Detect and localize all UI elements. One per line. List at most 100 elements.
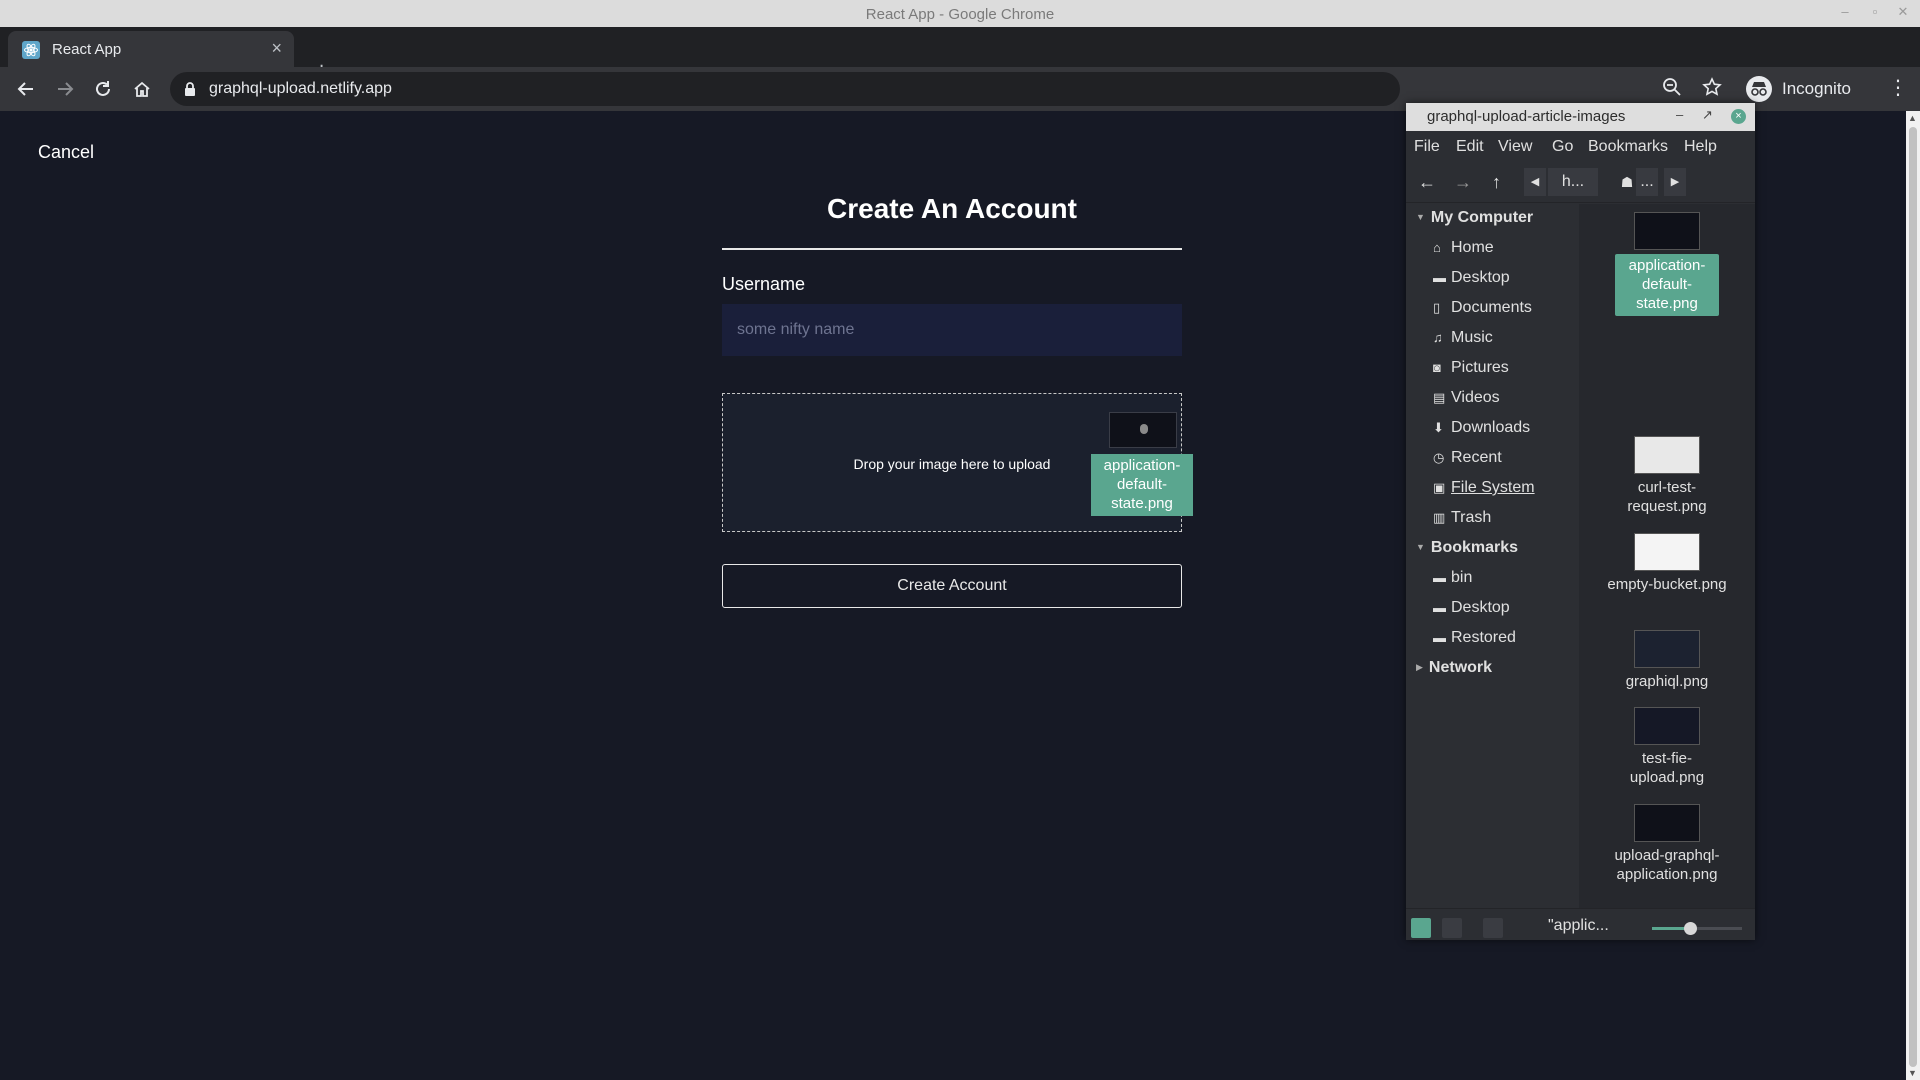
scroll-up-icon[interactable]: ▲ [1908, 113, 1917, 123]
file-manager-title: graphql-upload-article-images [1427, 108, 1626, 125]
tab-title: React App [52, 41, 122, 58]
sidebar-item-bookmark-desktop[interactable]: ▬ Desktop [1433, 599, 1510, 617]
file-name: curl-test-request.png [1627, 479, 1707, 515]
file-name: graphiql.png [1625, 673, 1709, 690]
cancel-link[interactable]: Cancel [38, 142, 94, 163]
file-thumbnail [1634, 707, 1700, 745]
camera-icon: ◙ [1433, 360, 1441, 375]
zoom-icon[interactable] [1662, 77, 1682, 102]
tree-view-icon[interactable] [1442, 918, 1462, 938]
sidebar-section-my-computer[interactable]: ▼ My Computer [1416, 209, 1533, 227]
sidebar-item-desktop[interactable]: ▬ Desktop [1433, 269, 1510, 287]
menu-edit[interactable]: Edit [1456, 138, 1484, 156]
folder-icon: ▬ [1433, 630, 1446, 645]
breadcrumb-current[interactable]: ... [1636, 168, 1658, 196]
file-item[interactable]: test-fie-upload.png [1607, 707, 1727, 787]
username-input[interactable] [722, 304, 1182, 356]
file-name: upload-graphql-application.png [1614, 847, 1720, 883]
scrollbar-thumb[interactable] [1909, 127, 1917, 1067]
sidebar-item-videos[interactable]: ▤ Videos [1433, 389, 1500, 407]
menu-file[interactable]: File [1414, 138, 1440, 156]
file-item[interactable]: upload-graphql-application.png [1607, 804, 1727, 884]
folder-icon: ▬ [1433, 570, 1446, 585]
file-thumbnail [1634, 212, 1700, 250]
zoom-slider-knob[interactable] [1683, 922, 1697, 935]
lock-icon[interactable] [184, 81, 196, 102]
title-divider [722, 248, 1182, 250]
music-icon: ♫ [1433, 330, 1443, 345]
maximize-icon[interactable]: ▫ [1866, 4, 1884, 19]
bookmark-star-icon[interactable] [1702, 77, 1722, 102]
sidebar-item-recent[interactable]: ◷ Recent [1433, 449, 1502, 467]
fm-forward-icon[interactable]: → [1454, 172, 1472, 193]
sidebar-item-pictures[interactable]: ◙ Pictures [1433, 359, 1509, 377]
menu-go[interactable]: Go [1552, 138, 1573, 156]
dragged-file-thumbnail [1109, 412, 1177, 448]
username-label: Username [722, 274, 806, 294]
file-name: empty-bucket.png [1607, 576, 1727, 593]
reload-icon[interactable] [89, 75, 117, 103]
fm-up-icon[interactable]: ↑ [1492, 172, 1501, 193]
home-icon: ⌂ [1433, 240, 1441, 255]
sidebar-item-trash[interactable]: ▥ Trash [1433, 509, 1491, 527]
address-bar[interactable]: graphql-upload.netlify.app [170, 72, 1400, 106]
sidebar-item-downloads[interactable]: ⬇ Downloads [1433, 419, 1530, 437]
file-item[interactable]: graphiql.png [1607, 630, 1727, 691]
file-item[interactable]: application-default-state.png [1607, 212, 1727, 316]
back-icon[interactable] [12, 75, 40, 103]
file-manager-sidebar: ▼ My Computer ⌂ Home ▬ Desktop ▯ Documents ♫… [1406, 204, 1579, 908]
folder-icon: ▬ [1433, 270, 1446, 285]
sidebar-item-restored[interactable]: ▬ Restored [1433, 629, 1516, 647]
download-icon: ⬇ [1433, 420, 1444, 435]
page-scrollbar[interactable]: ▲ ▼ [1906, 111, 1920, 1080]
menu-kebab-icon[interactable]: ⋮ [1888, 78, 1908, 98]
sidebar-item-bin[interactable]: ▬ bin [1433, 569, 1472, 587]
toggle-sidebar-icon[interactable] [1483, 918, 1503, 938]
close-window-icon[interactable]: ✕ [1894, 4, 1912, 20]
forward-icon[interactable] [51, 75, 79, 103]
file-thumbnail [1634, 533, 1700, 571]
sidebar-item-file-system[interactable]: ▣ File System [1433, 479, 1535, 497]
incognito-icon [1746, 76, 1772, 102]
fm-close-icon[interactable]: × [1731, 109, 1746, 124]
menu-view[interactable]: View [1498, 138, 1532, 156]
places-view-icon[interactable] [1411, 918, 1431, 938]
sidebar-section-network[interactable]: ▶ Network [1416, 659, 1492, 677]
react-favicon-icon [22, 41, 40, 59]
tab-close-icon[interactable]: × [271, 38, 282, 59]
create-account-button[interactable]: Create Account [722, 564, 1182, 608]
sidebar-item-home[interactable]: ⌂ Home [1433, 239, 1494, 257]
url-text: graphql-upload.netlify.app [209, 80, 392, 97]
file-grid: application-default-state.png curl-test-… [1579, 204, 1755, 908]
sidebar-item-documents[interactable]: ▯ Documents [1433, 299, 1532, 317]
page-title: Create An Account [827, 193, 1077, 224]
crumb-left-icon[interactable]: ◀ [1524, 168, 1546, 196]
sidebar-item-music[interactable]: ♫ Music [1433, 329, 1493, 347]
sidebar-section-bookmarks[interactable]: ▼ Bookmarks [1416, 539, 1518, 557]
breadcrumb-home-icon[interactable]: ☗ [1618, 168, 1636, 196]
zoom-slider[interactable] [1652, 922, 1742, 935]
menu-bookmarks[interactable]: Bookmarks [1588, 138, 1668, 156]
file-thumbnail [1634, 804, 1700, 842]
tab-react-app[interactable]: React App × [8, 31, 294, 67]
file-manager-titlebar: graphql-upload-article-images – ↗ × [1406, 103, 1755, 131]
file-name: test-fie-upload.png [1629, 750, 1705, 786]
file-manager-statusbar: "applic... [1406, 908, 1755, 940]
breadcrumb-home[interactable]: h... [1548, 168, 1598, 196]
file-item[interactable]: curl-test-request.png [1607, 436, 1727, 516]
image-dropzone[interactable]: Drop your image here to upload applicati… [722, 393, 1193, 532]
file-item[interactable]: empty-bucket.png [1607, 533, 1727, 594]
menu-help[interactable]: Help [1684, 138, 1717, 156]
fm-minimize-icon[interactable]: – [1676, 107, 1683, 122]
file-manager-navbar: ← → ↑ ◀ h... ☗ ... ▶ [1406, 161, 1755, 203]
dragged-file-label: application-default-state.png [1091, 454, 1193, 516]
crumb-right-icon[interactable]: ▶ [1664, 168, 1686, 196]
fm-back-icon[interactable]: ← [1418, 172, 1436, 193]
home-icon[interactable] [128, 75, 156, 103]
file-manager-menubar: File Edit View Go Bookmarks Help [1406, 131, 1755, 161]
incognito-label: Incognito [1782, 79, 1851, 98]
fm-restore-icon[interactable]: ↗ [1702, 107, 1713, 123]
drive-icon: ▣ [1433, 480, 1446, 495]
scroll-down-icon[interactable]: ▼ [1908, 1068, 1917, 1078]
minimize-icon[interactable]: – [1836, 4, 1854, 19]
